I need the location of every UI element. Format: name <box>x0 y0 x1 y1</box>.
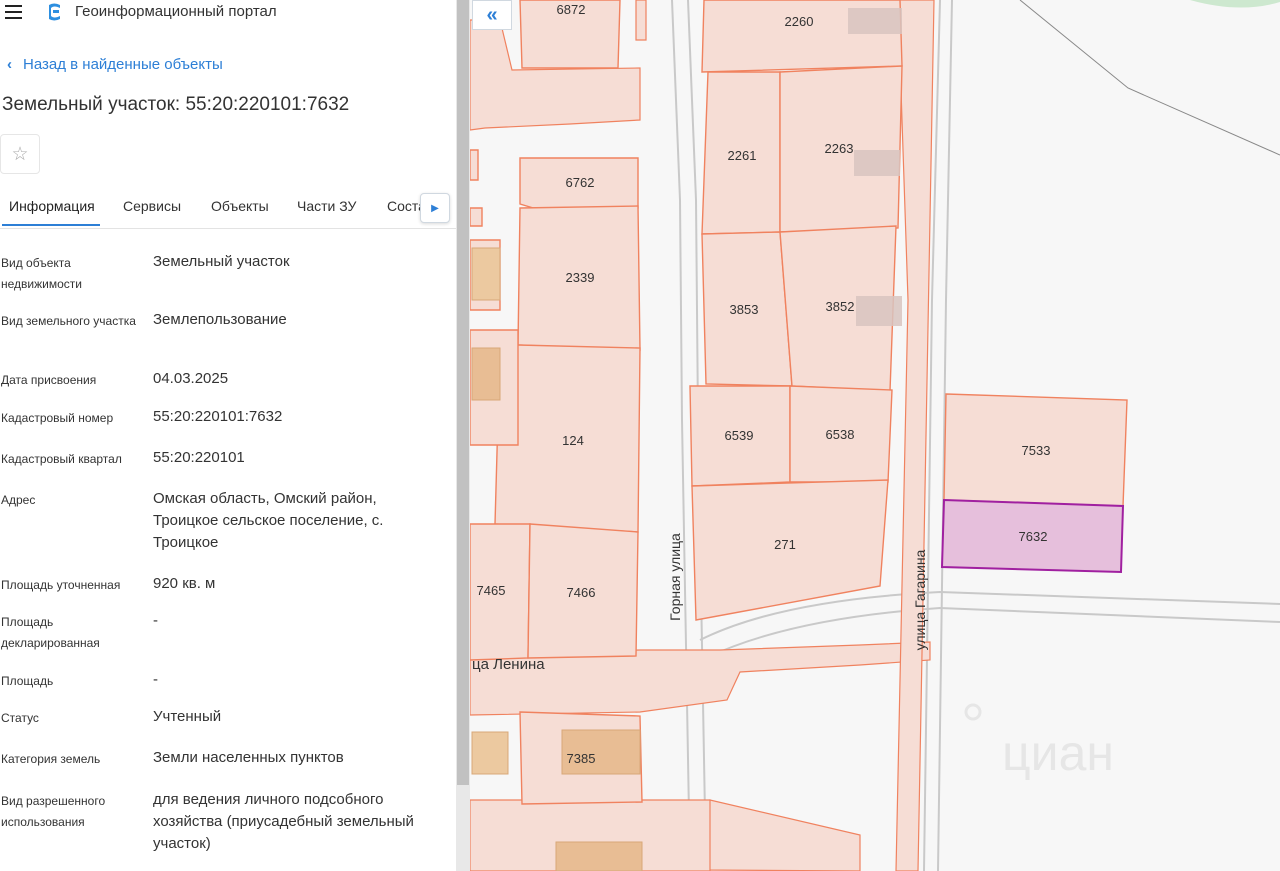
tabs-scroll-right-button[interactable]: ▶ <box>420 193 450 223</box>
parcel-label: 7385 <box>567 751 596 766</box>
parcel-label: 124 <box>562 433 584 448</box>
parcel-label: 271 <box>774 537 796 552</box>
field-value: - <box>153 612 158 629</box>
portal-logo-icon <box>49 3 60 21</box>
double-chevron-left-icon: « <box>486 4 498 26</box>
field-label: Вид разрешенного использования <box>1 794 106 829</box>
field-value: 55:20:220101 <box>153 449 245 466</box>
star-icon: ☆ <box>11 144 29 165</box>
field-label: Статус <box>1 711 39 725</box>
watermark: циан <box>964 703 1114 781</box>
parcel-label: 3853 <box>730 302 759 317</box>
field-value: 920 кв. м <box>153 575 216 592</box>
parcel-label: 3852 <box>826 299 855 314</box>
field-label: Вид объекта недвижимости <box>1 256 82 291</box>
field-label: Кадастровый номер <box>1 411 114 425</box>
watermark-logo-icon <box>964 703 982 721</box>
parcel-label: 6762 <box>566 175 595 190</box>
parcel-label: 2339 <box>566 270 595 285</box>
street-label-gagarina: улица Гагарина <box>912 549 928 650</box>
parcel-label: 6538 <box>826 427 855 442</box>
field-label: Кадастровый квартал <box>1 452 122 466</box>
field-value: Омская область, Омский район, Троицкое с… <box>153 490 384 551</box>
tab-objects[interactable]: Объекты <box>211 198 269 214</box>
panel-scrollbar[interactable] <box>456 0 470 871</box>
map-canvas[interactable]: 6872 2260 2261 2263 6762 2339 3853 3852 … <box>470 0 1280 871</box>
cadastral-map[interactable]: 6872 2260 2261 2263 6762 2339 3853 3852 … <box>470 0 1280 871</box>
favorite-button[interactable]: ☆ <box>0 134 40 174</box>
info-panel: Геоинформационный портал ‹ Назад в найден… <box>0 0 456 871</box>
field-value: - <box>153 671 158 688</box>
panel-header: Геоинформационный портал <box>0 0 456 26</box>
parcel-label: 7533 <box>1022 443 1051 458</box>
field-value: 55:20:220101:7632 <box>153 408 283 425</box>
parcel-label: 7466 <box>567 585 596 600</box>
field-label: Категория земель <box>1 752 101 766</box>
field-label: Площадь <box>1 674 54 688</box>
street-label-gornaya: Горная улица <box>667 533 683 621</box>
collapse-panel-button[interactable]: « <box>472 0 512 30</box>
field-value: Земли населенных пунктов <box>153 749 344 766</box>
parcel-label: 2261 <box>728 148 757 163</box>
green-area <box>1190 0 1280 8</box>
page-title: Земельный участок: 55:20:220101:7632 <box>2 94 350 115</box>
field-value: 04.03.2025 <box>153 370 229 387</box>
active-tab-indicator <box>2 224 100 226</box>
parcel-label: 2263 <box>825 141 854 156</box>
street-label-lenina: ца Ленина <box>472 656 545 673</box>
field-label: Дата присвоения <box>1 373 97 387</box>
parcel-label: 6872 <box>557 2 586 17</box>
hamburger-icon[interactable] <box>5 5 22 19</box>
field-label: Вид земельного участка <box>1 314 136 328</box>
back-link-label: Назад в найденные объекты <box>23 56 223 73</box>
parcel-label: 6539 <box>725 428 754 443</box>
parcel-label: 7465 <box>477 583 506 598</box>
tab-information[interactable]: Информация <box>9 198 95 214</box>
parcel-label: 2260 <box>785 14 814 29</box>
field-value: Землепользование <box>153 311 287 328</box>
field-value: Земельный участок <box>153 253 290 270</box>
field-label: Адрес <box>1 493 36 507</box>
tab-parcel-parts[interactable]: Части ЗУ <box>297 198 356 214</box>
parcel-label: 7632 <box>1019 529 1048 544</box>
tab-services[interactable]: Сервисы <box>123 198 181 214</box>
field-value: для ведения личного подсобного хозяйства… <box>153 791 414 852</box>
scrollbar-thumb[interactable] <box>457 0 469 785</box>
field-label: Площадь декларированная <box>1 615 100 650</box>
tab-bar: Информация Сервисы Объекты Части ЗУ Сост… <box>0 186 456 229</box>
chevron-left-icon: ‹ <box>7 56 12 73</box>
app-title: Геоинформационный портал <box>75 3 277 20</box>
field-label: Площадь уточненная <box>1 578 121 592</box>
field-value: Учтенный <box>153 708 222 725</box>
back-to-results-link[interactable]: ‹ Назад в найденные объекты <box>7 56 223 73</box>
watermark-text: циан <box>1002 725 1114 781</box>
caret-right-icon: ▶ <box>431 203 439 214</box>
